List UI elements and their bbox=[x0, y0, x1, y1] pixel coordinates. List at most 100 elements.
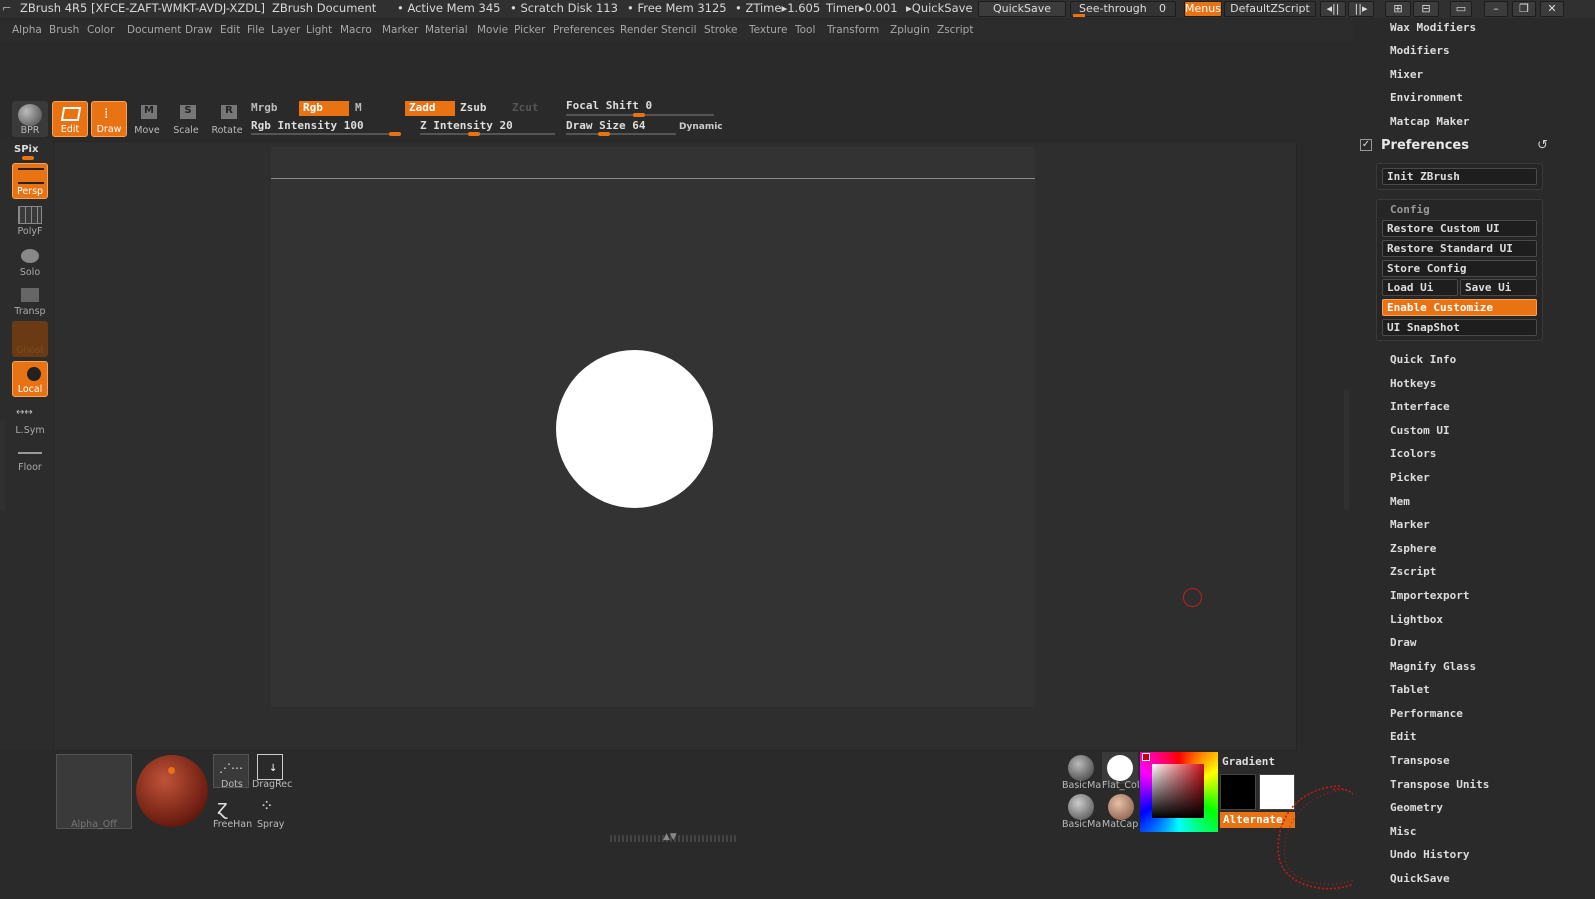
store-config-button[interactable]: Store Config bbox=[1382, 260, 1537, 277]
menu-movie[interactable]: Movie bbox=[477, 24, 508, 36]
rp-quick-info[interactable]: Quick Info bbox=[1390, 353, 1456, 366]
menu-file[interactable]: File bbox=[247, 24, 265, 36]
local-button[interactable]: Local bbox=[12, 361, 48, 397]
white-circle-stroke[interactable] bbox=[556, 350, 713, 508]
rp-undo-history[interactable]: Undo History bbox=[1390, 848, 1469, 861]
restore-custom-ui-button[interactable]: Restore Custom UI bbox=[1382, 220, 1537, 237]
transp-button[interactable]: Transp bbox=[12, 282, 48, 318]
menu-render[interactable]: Render bbox=[620, 24, 657, 36]
draw-size-slider[interactable]: Draw Size 64 bbox=[562, 119, 672, 134]
rp-mem[interactable]: Mem bbox=[1390, 495, 1410, 508]
color-picker[interactable] bbox=[1140, 752, 1218, 832]
menu-macro[interactable]: Macro bbox=[340, 24, 372, 36]
solo-button[interactable]: Solo bbox=[12, 243, 48, 279]
menu-brush[interactable]: Brush bbox=[49, 24, 79, 36]
enable-customize-button[interactable]: Enable Customize bbox=[1382, 299, 1537, 316]
floor-button[interactable]: Floor bbox=[12, 438, 48, 474]
edit-button[interactable]: Edit bbox=[52, 101, 88, 137]
bpr-button[interactable]: BPR bbox=[12, 101, 48, 137]
menu-draw[interactable]: Draw bbox=[185, 24, 212, 36]
rgb-intensity-knob[interactable] bbox=[389, 132, 401, 136]
rp-draw[interactable]: Draw bbox=[1390, 636, 1417, 649]
rp-transpose-units[interactable]: Transpose Units bbox=[1390, 778, 1489, 791]
menu-document[interactable]: Document bbox=[127, 24, 181, 36]
quicksave-button[interactable]: QuickSave bbox=[978, 1, 1066, 17]
brush-material-sphere[interactable] bbox=[136, 755, 208, 827]
zsub-button[interactable]: Zsub bbox=[456, 101, 506, 116]
rp-performance[interactable]: Performance bbox=[1390, 707, 1463, 720]
menu-stroke[interactable]: Stroke bbox=[704, 24, 737, 36]
rp-importexport[interactable]: Importexport bbox=[1390, 589, 1469, 602]
scroll-left-icon[interactable]: ◂|| bbox=[1320, 1, 1346, 17]
tray-toggle-icon[interactable]: ▲▼ bbox=[663, 832, 677, 842]
menu-transform[interactable]: Transform bbox=[827, 24, 879, 36]
z-intensity-track[interactable] bbox=[420, 133, 555, 135]
draw-button[interactable]: ⁞ Draw bbox=[91, 101, 127, 137]
rp-wax-modifiers[interactable]: Wax Modifiers bbox=[1390, 21, 1476, 34]
menu-picker[interactable]: Picker bbox=[514, 24, 545, 36]
see-through-knob[interactable] bbox=[1073, 14, 1085, 17]
rotate-button[interactable]: R Rotate bbox=[209, 101, 245, 137]
m-button[interactable]: M bbox=[351, 101, 401, 116]
rp-transpose[interactable]: Transpose bbox=[1390, 754, 1450, 767]
draw-size-knob[interactable] bbox=[598, 132, 610, 136]
draw-size-track[interactable] bbox=[566, 133, 676, 135]
alpha-slot[interactable]: Alpha_Off bbox=[56, 754, 132, 830]
restore-standard-ui-button[interactable]: Restore Standard UI bbox=[1382, 240, 1537, 257]
rp-lightbox[interactable]: Lightbox bbox=[1390, 613, 1443, 626]
material-basic-2[interactable] bbox=[1068, 794, 1094, 820]
rp-environment[interactable]: Environment bbox=[1390, 91, 1463, 104]
material-matcap[interactable] bbox=[1108, 794, 1134, 820]
config-title[interactable]: Config bbox=[1390, 203, 1430, 216]
rp-edit[interactable]: Edit bbox=[1390, 730, 1417, 743]
rp-picker[interactable]: Picker bbox=[1390, 471, 1430, 484]
spray-icon[interactable]: ⁘ bbox=[260, 796, 273, 815]
lsym-button[interactable]: ↔↔ L.Sym bbox=[12, 401, 48, 437]
rp-mixer[interactable]: Mixer bbox=[1390, 68, 1423, 81]
scroll-right-icon[interactable]: ||▸ bbox=[1348, 1, 1374, 17]
reset-icon[interactable]: ↺ bbox=[1537, 138, 1548, 153]
focal-shift-slider[interactable]: Focal Shift 0 bbox=[562, 99, 712, 114]
save-ui-button[interactable]: Save Ui bbox=[1460, 279, 1537, 296]
move-button[interactable]: M Move bbox=[129, 101, 165, 137]
rp-magnify-glass[interactable]: Magnify Glass bbox=[1390, 660, 1476, 673]
menu-layer[interactable]: Layer bbox=[271, 24, 300, 36]
menu-stencil[interactable]: Stencil bbox=[661, 24, 697, 36]
polyf-button[interactable]: PolyF bbox=[12, 202, 48, 238]
restore-icon[interactable]: ❐ bbox=[1512, 1, 1536, 17]
ui-snapshot-button[interactable]: UI SnapShot bbox=[1382, 319, 1537, 336]
rp-interface[interactable]: Interface bbox=[1390, 400, 1450, 413]
focal-shift-knob[interactable] bbox=[633, 113, 645, 117]
layout-alt-icon[interactable]: ⊟ bbox=[1413, 1, 1439, 17]
scale-button[interactable]: S Scale bbox=[168, 101, 204, 137]
minimize-icon[interactable]: – bbox=[1484, 1, 1508, 17]
rp-hotkeys[interactable]: Hotkeys bbox=[1390, 377, 1436, 390]
rp-marker[interactable]: Marker bbox=[1390, 518, 1430, 531]
rp-matcap-maker[interactable]: Matcap Maker bbox=[1390, 115, 1469, 128]
secondary-color-swatch[interactable] bbox=[1220, 774, 1256, 810]
ghost-button[interactable]: Ghost bbox=[12, 321, 48, 357]
lock-icon[interactable]: ▭ bbox=[1450, 1, 1472, 17]
init-zbrush-button[interactable]: Init ZBrush bbox=[1382, 168, 1537, 185]
menu-color[interactable]: Color bbox=[87, 24, 114, 36]
load-ui-button[interactable]: Load Ui bbox=[1382, 279, 1458, 296]
menu-tool[interactable]: Tool bbox=[795, 24, 815, 36]
color-marker-icon[interactable] bbox=[1142, 753, 1150, 761]
zadd-button[interactable]: Zadd bbox=[405, 101, 455, 116]
rp-geometry[interactable]: Geometry bbox=[1390, 801, 1443, 814]
layout-icon[interactable]: ⊞ bbox=[1385, 1, 1411, 17]
dragrect-button[interactable]: ↓ bbox=[257, 754, 283, 780]
spix-knob[interactable] bbox=[22, 156, 34, 160]
color-field[interactable] bbox=[1152, 764, 1204, 818]
rp-icolors[interactable]: Icolors bbox=[1390, 447, 1436, 460]
left-splitter[interactable] bbox=[0, 420, 5, 510]
menu-zplugin[interactable]: Zplugin bbox=[890, 24, 930, 36]
zcut-button[interactable]: Zcut bbox=[508, 101, 548, 116]
rgb-intensity-track[interactable] bbox=[251, 133, 401, 135]
rp-quicksave[interactable]: QuickSave bbox=[1390, 872, 1450, 885]
menu-preferences[interactable]: Preferences bbox=[553, 24, 615, 36]
zbrush-logo-icon[interactable]: ⌐ bbox=[2, 1, 12, 15]
mrgb-button[interactable]: Mrgb bbox=[247, 101, 297, 116]
menu-edit[interactable]: Edit bbox=[220, 24, 240, 36]
script-name-button[interactable]: DefaultZScript bbox=[1224, 1, 1316, 17]
